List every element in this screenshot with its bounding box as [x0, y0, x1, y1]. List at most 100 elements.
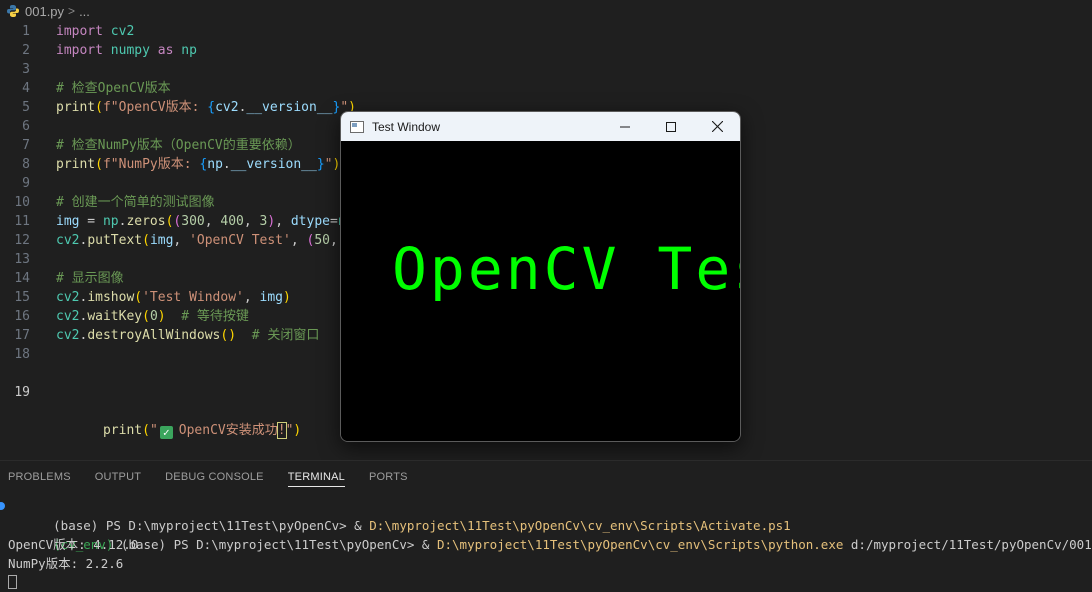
code-token: np [181, 43, 197, 58]
close-icon [711, 121, 723, 132]
line-number: 3 [22, 62, 30, 77]
terminal-line: (cv_env) (base) PS D:\myproject\11Test\p… [0, 516, 1092, 552]
code-token: import [56, 24, 103, 39]
tab-output[interactable]: OUTPUT [95, 461, 141, 493]
code-token: np [102, 214, 119, 229]
tab-ports[interactable]: PORTS [369, 461, 408, 493]
test-window[interactable]: Test Window OpenCV Test [340, 111, 741, 442]
code-token: ( [142, 233, 150, 248]
code-token: " [149, 423, 158, 438]
code-line-1[interactable]: 1 import cv2 [0, 22, 1092, 41]
command-status-icon [0, 502, 5, 510]
line-number: 16 [14, 309, 30, 324]
code-token: ) [157, 309, 166, 324]
breadcrumb-more[interactable]: ... [79, 4, 90, 19]
breadcrumb: 001.py > ... [0, 0, 1092, 22]
code-token: print [102, 423, 143, 438]
code-line-3[interactable]: 3 [0, 60, 1092, 79]
line-number: 1 [22, 24, 30, 39]
code-token: np [207, 157, 223, 172]
line-number: 15 [14, 290, 30, 305]
code-token: # 检查NumPy版本（OpenCV的重要依赖） [56, 138, 301, 153]
code-token: OpenCV安装成功 [178, 423, 278, 438]
code-token: = [79, 214, 103, 229]
line-number: 13 [14, 252, 30, 267]
tab-terminal[interactable]: TERMINAL [287, 461, 346, 493]
code-token: putText [87, 233, 143, 248]
code-token: destroyAllWindows [87, 328, 221, 343]
code-token: , [275, 214, 291, 229]
code-token: ( [95, 100, 103, 115]
code-token: # 关闭窗口 [251, 328, 320, 343]
terminal-line: NumPy版本: 2.2.6 [0, 554, 1092, 573]
close-button[interactable] [694, 112, 740, 141]
code-token: print [56, 100, 96, 115]
terminal-line: OpenCV版本: 4.12.0 [0, 535, 1092, 554]
line-number: 9 [22, 176, 30, 191]
code-token: 400 [220, 214, 244, 229]
terminal-line: (base) PS D:\myproject\11Test\pyOpenCv> … [0, 497, 1092, 533]
code-token: zeros [126, 214, 166, 229]
code-token: 'Test Window' [142, 290, 244, 305]
code-token: ( [142, 423, 150, 438]
maximize-icon [666, 121, 676, 132]
line-number: 6 [22, 119, 30, 134]
code-token: } [316, 157, 325, 172]
canvas-text: OpenCV Test [392, 235, 740, 303]
code-token: = [329, 214, 338, 229]
code-line-4[interactable]: 4 # 检查OpenCV版本 [0, 79, 1092, 98]
window-titlebar[interactable]: Test Window [341, 112, 740, 141]
breadcrumb-file[interactable]: 001.py [25, 4, 64, 19]
line-number: 5 [22, 100, 30, 115]
code-token: img [149, 233, 174, 248]
code-token: () [220, 328, 237, 343]
tab-debug-console[interactable]: DEBUG CONSOLE [165, 461, 264, 493]
code-token: 'OpenCV Test' [189, 233, 291, 248]
line-number: 12 [14, 233, 30, 248]
code-token: as [157, 43, 174, 58]
code-token: ) [267, 214, 276, 229]
line-number: 18 [14, 347, 30, 362]
code-token: ( [142, 309, 150, 324]
code-token: ( [95, 157, 103, 172]
code-token: cv2 [110, 24, 135, 39]
minimize-button[interactable] [602, 112, 648, 141]
line-number: 8 [22, 157, 30, 172]
terminal-line [0, 573, 1092, 592]
terminal-output: OpenCV版本: 4.12.0 [8, 537, 139, 552]
panel-tabs: PROBLEMS OUTPUT DEBUG CONSOLE TERMINAL PORTS [0, 461, 1092, 493]
bottom-panel: PROBLEMS OUTPUT DEBUG CONSOLE TERMINAL PORTS… [0, 460, 1092, 589]
code-token: numpy [110, 43, 150, 58]
code-token: waitKey [87, 309, 143, 324]
check-mark-icon: ✓ [159, 426, 173, 439]
code-line-2[interactable]: 2 import numpy as np [0, 41, 1092, 60]
code-token: print [56, 157, 96, 172]
line-number: 2 [22, 43, 30, 58]
chevron-right-icon: > [68, 4, 76, 18]
code-token: , [243, 214, 260, 229]
line-number: 14 [14, 271, 30, 286]
code-token: cv2 [56, 290, 80, 305]
code-token: , [243, 290, 260, 305]
code-token: f"OpenCV版本: [102, 100, 208, 115]
code-token: . [222, 157, 231, 172]
text-cursor: ! [276, 422, 287, 439]
terminal-cursor [8, 575, 17, 589]
code-token: , [204, 214, 221, 229]
code-token: ) [293, 423, 302, 438]
maximize-button[interactable] [648, 112, 694, 141]
tab-problems[interactable]: PROBLEMS [8, 461, 71, 493]
code-token: cv2 [56, 328, 80, 343]
code-token: img [56, 214, 80, 229]
code-token: , [173, 233, 190, 248]
code-token: , [290, 233, 307, 248]
code-token: img [259, 290, 283, 305]
code-token: # 等待按键 [181, 309, 249, 324]
code-token: ( [134, 290, 143, 305]
code-token: __version__ [246, 100, 333, 115]
terminal[interactable]: (base) PS D:\myproject\11Test\pyOpenCv> … [0, 497, 1092, 592]
code-token: cv2 [56, 233, 80, 248]
line-number: 4 [22, 81, 30, 96]
